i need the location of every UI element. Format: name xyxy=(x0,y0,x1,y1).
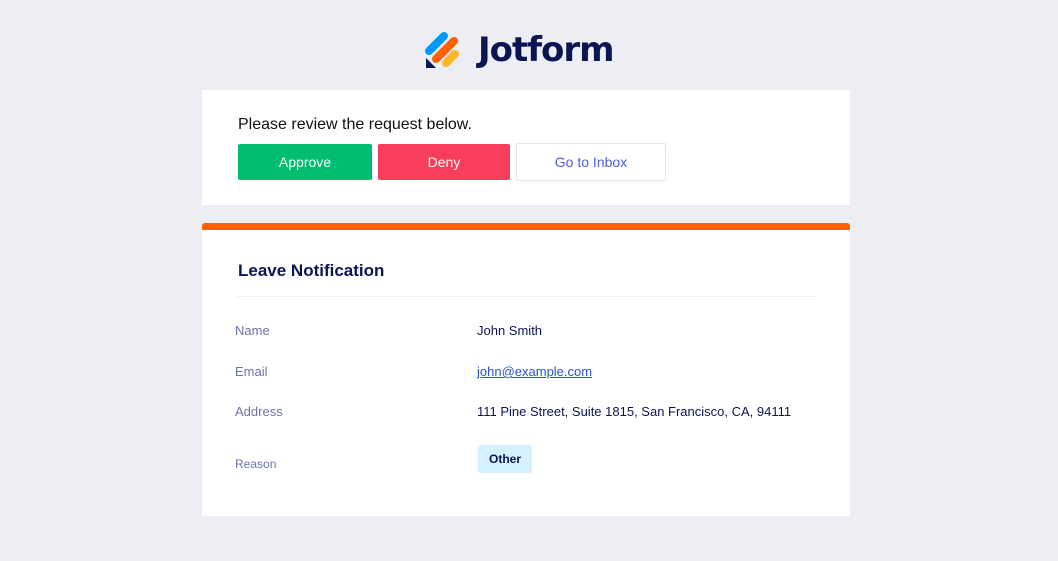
approve-button[interactable]: Approve xyxy=(238,144,372,180)
field-label-name: Name xyxy=(235,323,270,338)
field-label-reason: Reason xyxy=(235,457,277,471)
brand-logo: Jotform xyxy=(424,30,615,70)
field-label-address: Address xyxy=(235,404,283,419)
submission-card: Leave Notification Name John Smith Email… xyxy=(202,223,850,516)
review-actions-card: Please review the request below. Approve… xyxy=(202,90,850,205)
field-value-name: John Smith xyxy=(477,323,543,338)
go-to-inbox-button[interactable]: Go to Inbox xyxy=(516,143,666,181)
email-link[interactable]: john@example.com xyxy=(477,363,592,381)
field-value-address: 111 Pine Street, Suite 1815, San Francis… xyxy=(477,404,792,419)
reason-tag: Other xyxy=(478,445,533,473)
field-label-email: Email xyxy=(235,364,268,379)
brand-name: Jotform xyxy=(478,30,615,70)
title-divider xyxy=(238,296,816,297)
form-title: Leave Notification xyxy=(238,261,385,280)
jotform-logo-icon xyxy=(425,32,459,68)
review-prompt: Please review the request below. xyxy=(238,116,472,133)
deny-button[interactable]: Deny xyxy=(378,144,510,180)
